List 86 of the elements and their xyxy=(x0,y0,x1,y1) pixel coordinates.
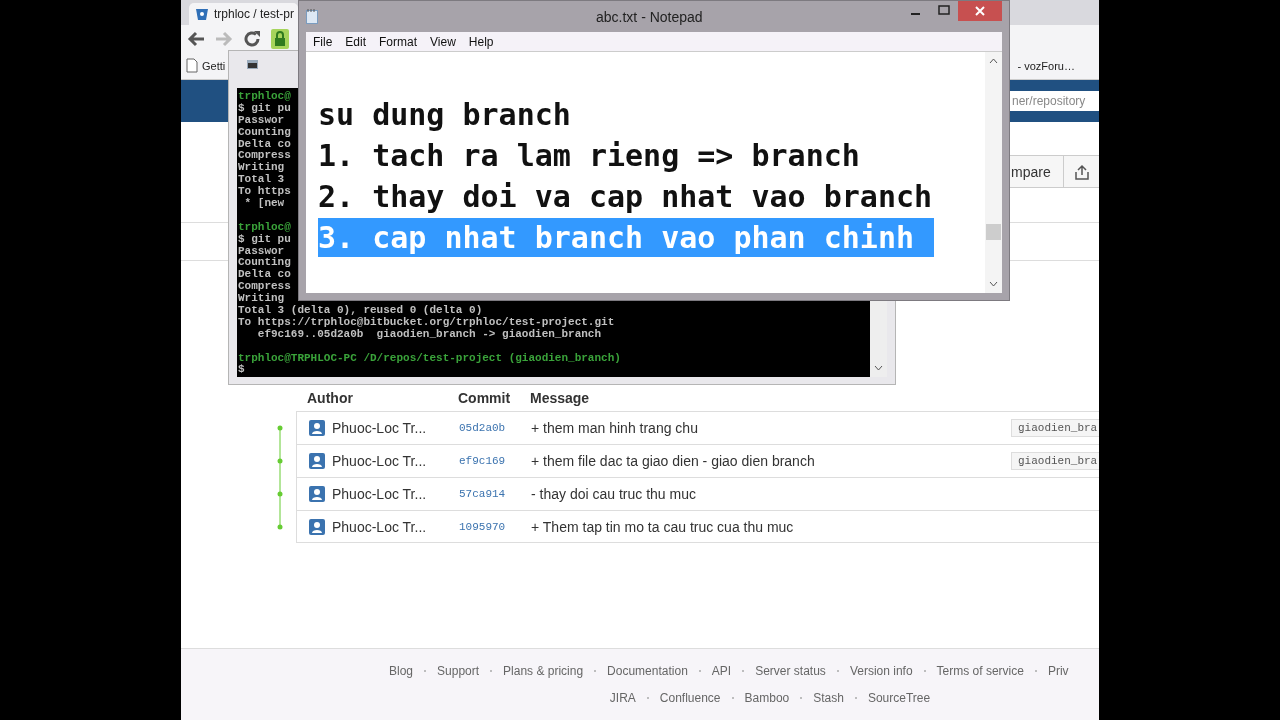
author-name[interactable]: Phuoc-Loc Tr... xyxy=(332,453,427,469)
footer-link[interactable]: Bamboo xyxy=(744,691,790,705)
console-icon xyxy=(247,60,258,69)
scroll-down-icon[interactable] xyxy=(874,365,883,371)
text-line: 2. thay doi va cap nhat vao branch xyxy=(318,178,934,216)
share-icon xyxy=(1073,163,1090,180)
scroll-up-icon[interactable] xyxy=(989,58,998,64)
footer-link[interactable]: Blog xyxy=(389,664,414,678)
commit-message: + them man hinh trang chu xyxy=(531,420,699,436)
console-line: To https xyxy=(237,186,291,198)
notepad-icon xyxy=(306,9,318,24)
footer-link[interactable]: Version info xyxy=(849,664,913,678)
commit-message: - thay doi cau truc thu muc xyxy=(531,486,697,502)
avatar-icon xyxy=(309,453,325,469)
footer-link[interactable]: Server status xyxy=(755,664,826,678)
column-header: Message xyxy=(530,390,591,406)
window-title: abc.txt - Notepad xyxy=(596,9,703,25)
scrollbar-thumb[interactable] xyxy=(986,224,1001,240)
footer-link[interactable]: API xyxy=(711,664,732,678)
text-line: 1. tach ra lam rieng => branch xyxy=(318,137,861,175)
column-header: Commit xyxy=(458,390,512,406)
console-line: trphloc@ xyxy=(237,221,291,234)
console-line: Passwor xyxy=(237,114,285,127)
footer-link[interactable]: Stash xyxy=(813,691,844,705)
page-icon xyxy=(186,58,198,73)
console-line: Total 3 xyxy=(237,174,285,186)
console-line: Counting xyxy=(237,257,291,269)
footer-link[interactable]: Confluence xyxy=(659,691,721,705)
bucket-icon xyxy=(195,7,209,21)
console-line: trphloc@TRPHLOC-PC /D/repos/test-project (giaodien_branch) xyxy=(237,352,621,364)
back-icon[interactable] xyxy=(187,30,205,47)
share-button[interactable] xyxy=(1063,155,1099,188)
menu-item[interactable]: Help xyxy=(468,34,494,49)
commit-message: + them file dac ta giao dien - giao dien branch xyxy=(531,453,816,469)
author-name[interactable]: Phuoc-Loc Tr... xyxy=(332,420,427,436)
console-line: $ xyxy=(237,364,245,377)
author-name[interactable]: Phuoc-Loc Tr... xyxy=(332,486,427,502)
reload-icon[interactable] xyxy=(243,29,261,48)
compare-button[interactable]: mpare xyxy=(1010,155,1064,188)
bookmark-link[interactable]: Getti xyxy=(186,58,226,73)
commit-hash-link[interactable]: 05d2a0b xyxy=(459,422,531,434)
console-line: Total 3 (delta 0), reused 0 (delta 0) xyxy=(237,305,483,317)
column-header: Author xyxy=(306,390,354,406)
footer-link[interactable]: SourceTree xyxy=(867,691,931,705)
menu-item[interactable]: View xyxy=(430,34,456,49)
commit-message: + Them tap tin mo ta cau truc cua thu muc xyxy=(531,518,795,535)
footer-link[interactable]: Plans & pricing xyxy=(503,664,584,678)
search-field[interactable]: ner/repository xyxy=(1010,91,1099,111)
branch-tag: giaodien_bra xyxy=(1011,419,1099,437)
console-line: Passwor xyxy=(237,245,285,257)
console-line: * [new xyxy=(243,198,285,210)
commit-hash-link[interactable]: 1095970 xyxy=(459,520,531,533)
console-line: Delta co xyxy=(237,138,291,151)
console-line: To https://trphloc@bitbucket.org/trphloc/test-project.git xyxy=(237,316,615,329)
console-line: Delta co xyxy=(237,269,291,282)
menu-item[interactable]: Format xyxy=(379,34,418,49)
menu-item[interactable]: Edit xyxy=(345,34,367,49)
console-line: trphloc@ xyxy=(237,91,291,103)
browser-tab[interactable]: trphloc / test-pr xyxy=(189,3,299,25)
footer-link[interactable]: Priv xyxy=(1047,664,1069,678)
close-icon xyxy=(975,6,985,16)
commit-hash-link[interactable]: ef9c169 xyxy=(459,455,531,467)
footer-link[interactable]: Support xyxy=(437,664,480,678)
text-line: su dung branch xyxy=(318,96,572,134)
avatar-icon xyxy=(309,518,325,535)
console-line: ef9c169..05d2a0b giaodien_branch -> giaodien_branch xyxy=(256,328,602,341)
footer-link[interactable]: Documentation xyxy=(607,664,688,678)
bookmark-link[interactable]: - vozForu… xyxy=(1017,59,1075,72)
console-line: $ git pu xyxy=(237,102,291,115)
console-line: Counting xyxy=(237,126,291,139)
console-line: Writing xyxy=(237,293,285,305)
menu-item[interactable]: File xyxy=(313,34,333,49)
console-line: Compress xyxy=(237,281,291,293)
console-line: $ git pu xyxy=(237,233,291,246)
footer-link[interactable]: Terms of service xyxy=(936,664,1024,678)
lock-icon[interactable] xyxy=(271,28,289,49)
avatar-icon xyxy=(309,420,325,436)
close-button[interactable] xyxy=(958,1,1002,21)
scroll-down-icon[interactable] xyxy=(989,281,998,287)
console-line: Compress xyxy=(237,150,291,162)
commit-hash-link[interactable]: 57ca914 xyxy=(459,488,531,500)
avatar-icon xyxy=(309,486,325,502)
author-name[interactable]: Phuoc-Loc Tr... xyxy=(332,518,427,535)
branch-tag: giaodien_bra xyxy=(1011,452,1099,470)
footer-link[interactable]: JIRA xyxy=(609,691,636,705)
console-line: Writing xyxy=(237,162,285,174)
